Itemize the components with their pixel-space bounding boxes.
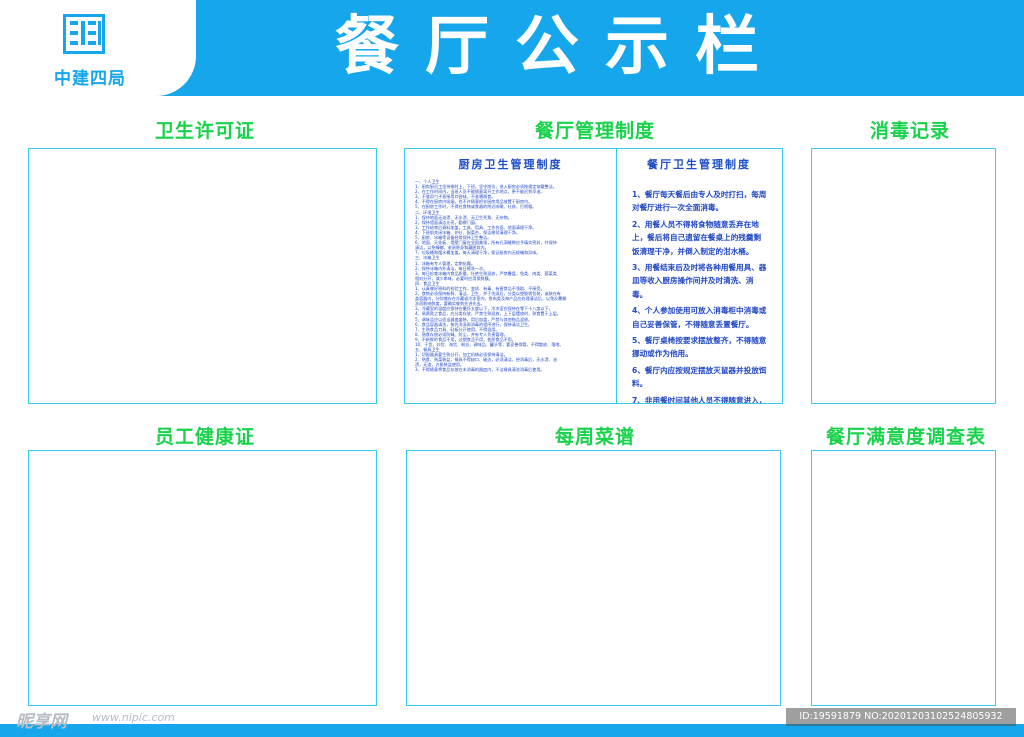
disinfection-frame xyxy=(811,148,996,404)
dining-rules-title: 餐厅卫生管理制度 xyxy=(647,158,751,171)
logo-area: 中建四局 xyxy=(0,0,196,96)
kitchen-rules-list: 一、个人卫生 1、厨房厨员工坚持按时上、下班，坚守岗位，进入厨房必须按规定穿戴整洁… xyxy=(405,179,616,373)
dining-rules-list: 1、餐厅每天餐后由专人及时打扫，每周对餐厅进行一次全面消毒。 2、用餐人员不得将食… xyxy=(616,188,782,403)
rule-line: 3、用餐结束后及时将各种用餐用具、器皿等收入厨房操作间并及时清洗、消毒。 xyxy=(632,263,767,299)
watermark-brand: 昵享网 xyxy=(16,712,67,732)
rule-line: 4、个人参加使用可放入消毒柜中消毒或自己妥善保管，不得随意丢置餐厅。 xyxy=(632,306,767,329)
rule-line: 1、餐厅每天餐后由专人及时打扫，每周对餐厅进行一次全面消毒。 xyxy=(632,190,767,213)
weekly-menu-frame xyxy=(406,450,781,706)
rule-line: 2、用餐人员不得将食物随意丢弃在地上，餐后将自己遗留在餐桌上的残羹剩饭清理干净，… xyxy=(632,219,762,256)
disinfection-label: 消毒记录 xyxy=(869,120,950,142)
rule-line: 7、非用餐时间其他人员不得随意进入，餐厅大门必须关门上锁。 xyxy=(632,395,767,403)
survey-frame xyxy=(811,450,996,706)
kitchen-rules-title: 厨房卫生管理制度 xyxy=(458,158,563,171)
company-logo-icon xyxy=(63,14,105,54)
image-id-bar: ID:19591879 NO:20201203102524805932 xyxy=(786,708,1016,726)
hygiene-permit-label: 卫生许可证 xyxy=(154,120,255,142)
page-title: 餐厅公示栏 xyxy=(335,10,785,84)
rule-line: 5、餐厅桌椅按要求摆放整齐，不得随意挪动或作为他用。 xyxy=(632,336,767,359)
management-board: 厨房卫生管理制度 一、个人卫生 1、厨房厨员工坚持按时上、下班，坚守岗位，进入厨房… xyxy=(404,148,783,404)
kitchen-rules-column: 厨房卫生管理制度 一、个人卫生 1、厨房厨员工坚持按时上、下班，坚守岗位，进入厨房… xyxy=(405,149,617,403)
dining-rules-column: 餐厅卫生管理制度 1、餐厅每天餐后由专人及时打扫，每周对餐厅进行一次全面消毒。 2… xyxy=(616,149,782,403)
health-cert-label: 员工健康证 xyxy=(154,426,255,448)
rule-line: 3、不得随意将食品存放在未消毒的器皿内，不洁餐具清洗消毒后使用。 xyxy=(415,367,545,373)
survey-label: 餐厅满意度调查表 xyxy=(825,426,986,448)
weekly-menu-label: 每周菜谱 xyxy=(554,426,635,448)
rule-line: 6、餐厅内应按规定摆放灭鼠器并投放饵料。 xyxy=(632,365,767,389)
management-label: 餐厅管理制度 xyxy=(534,120,655,142)
header-banner: 中建四局 餐厅公示栏 xyxy=(0,0,1024,96)
watermark-url: www.nipic.com xyxy=(92,711,175,724)
hygiene-permit-frame xyxy=(28,148,377,404)
org-name: 中建四局 xyxy=(54,69,126,89)
health-cert-frame xyxy=(28,450,377,706)
